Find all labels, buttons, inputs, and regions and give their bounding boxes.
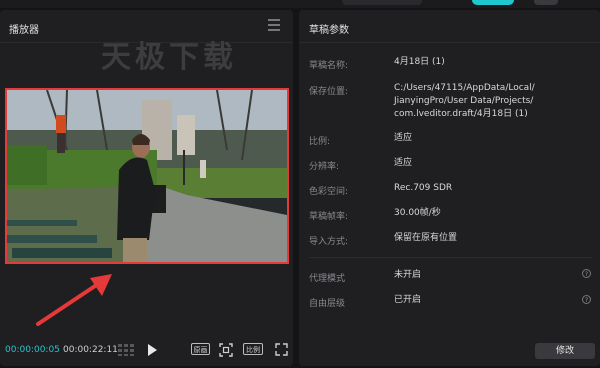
original-quality-button[interactable]: 原画 bbox=[191, 343, 210, 355]
menu-icon[interactable] bbox=[268, 19, 280, 31]
red-arrow-annotation bbox=[36, 274, 112, 326]
save-location-line-1: C:/Users/47115/AppData/Local/ bbox=[394, 83, 535, 93]
free-layer-value: 已开启 bbox=[394, 295, 422, 305]
title-bar bbox=[0, 0, 600, 8]
save-location-line-3: com.lveditor.draft/4月18日 (1) bbox=[394, 109, 528, 119]
video-preview[interactable] bbox=[5, 88, 289, 264]
help-icon[interactable]: ? bbox=[582, 269, 591, 278]
video-frame-image bbox=[7, 90, 287, 262]
play-icon[interactable] bbox=[146, 344, 158, 356]
transport-bar: 00:00:00:05 00:00:22:11 原画 比例 bbox=[0, 332, 293, 366]
save-location-line-2: JianyingPro/User Data/Projects/ bbox=[394, 96, 534, 106]
proxy-mode-label: 代理模式 bbox=[309, 274, 346, 284]
draft-params-panel: 草稿参数 草稿名称: 4月18日 (1) 保存位置: C:/Users/4711… bbox=[299, 10, 600, 366]
color-space-label: 色彩空间: bbox=[309, 187, 349, 197]
divider bbox=[309, 257, 592, 258]
save-location-label: 保存位置: bbox=[309, 87, 349, 97]
frame-rate-value: 30.00帧/秒 bbox=[394, 208, 441, 218]
import-mode-value: 保留在原有位置 bbox=[394, 233, 458, 243]
ratio-label: 比例: bbox=[309, 137, 331, 147]
edit-button[interactable]: 修改 bbox=[535, 343, 595, 359]
import-mode-label: 导入方式: bbox=[309, 237, 349, 247]
params-title: 草稿参数 bbox=[309, 25, 349, 36]
player-panel: 播放器 天极下载 00:00:00:05 00:00:22:11 原画 比例 bbox=[0, 10, 293, 366]
resolution-value: 适应 bbox=[394, 158, 413, 168]
help-icon[interactable]: ? bbox=[582, 295, 591, 304]
export-button[interactable] bbox=[472, 0, 514, 5]
frame-rate-label: 草稿帧率: bbox=[309, 212, 349, 222]
current-time: 00:00:00:05 bbox=[5, 345, 60, 355]
ratio-button[interactable]: 比例 bbox=[243, 343, 263, 355]
resolution-label: 分辨率: bbox=[309, 162, 340, 172]
free-layer-label: 自由层级 bbox=[309, 299, 346, 309]
draft-name-label: 草稿名称: bbox=[309, 61, 349, 71]
color-space-value: Rec.709 SDR bbox=[394, 183, 453, 193]
watermark: 天极下载 bbox=[101, 40, 237, 75]
timeline-grid-icon[interactable] bbox=[118, 344, 134, 356]
toolbar-segment[interactable] bbox=[342, 0, 422, 5]
focus-icon[interactable] bbox=[219, 343, 233, 357]
ratio-value: 适应 bbox=[394, 133, 413, 143]
toolbar-segment-right[interactable] bbox=[534, 0, 558, 5]
fullscreen-icon[interactable] bbox=[275, 343, 288, 356]
player-title: 播放器 bbox=[9, 25, 39, 36]
proxy-mode-value: 未开启 bbox=[394, 270, 422, 280]
divider bbox=[299, 42, 600, 43]
draft-name-value: 4月18日 (1) bbox=[394, 57, 445, 67]
total-time: 00:00:22:11 bbox=[63, 345, 118, 355]
